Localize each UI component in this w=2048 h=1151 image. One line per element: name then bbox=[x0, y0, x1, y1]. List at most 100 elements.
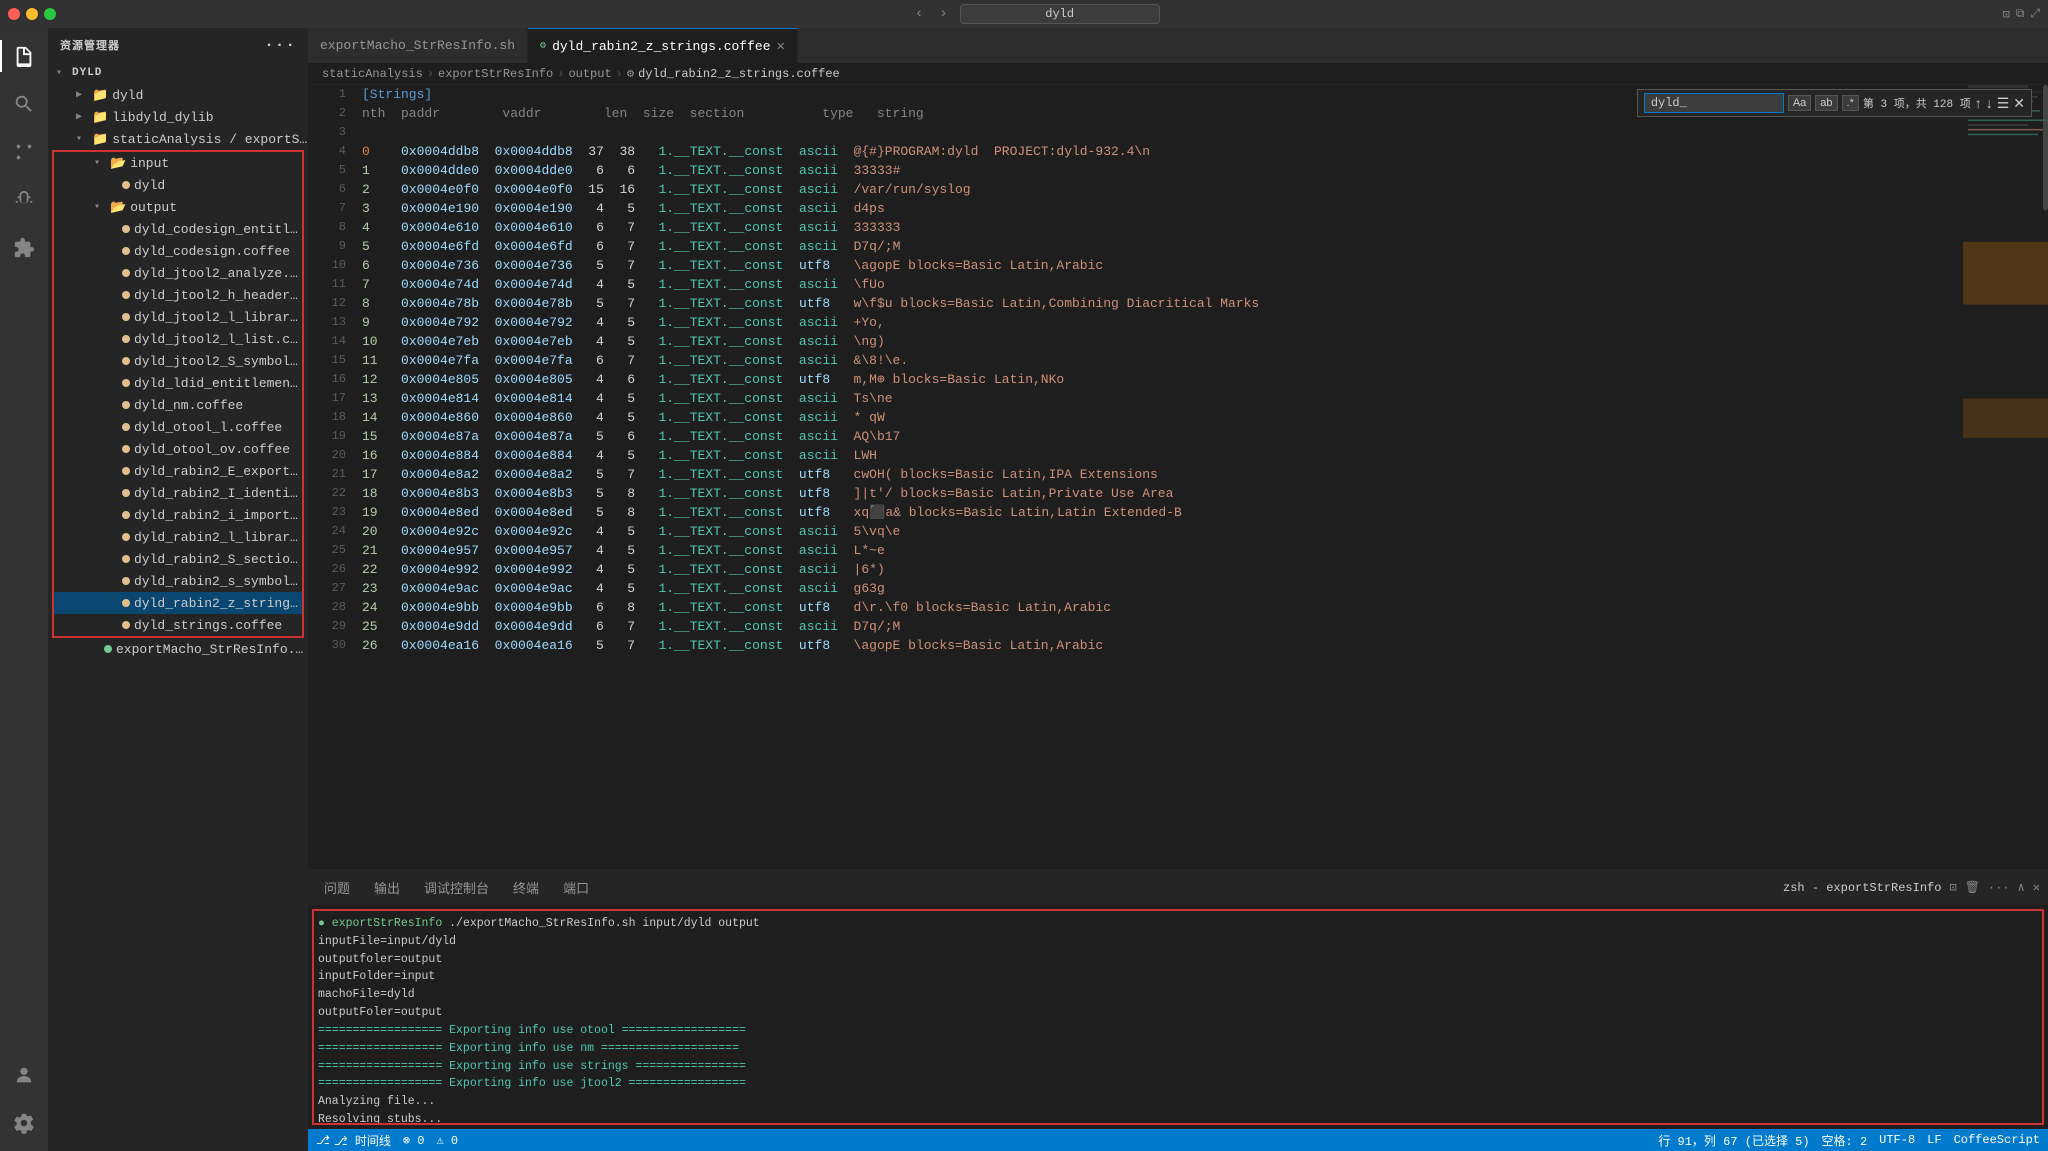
panel-tab-debug[interactable]: 调试控制台 bbox=[416, 874, 497, 901]
close-button[interactable] bbox=[8, 8, 20, 20]
code-line-7: 7 3 0x0004e190 0x0004e190 4 5 1.__TEXT._… bbox=[308, 199, 1963, 218]
activity-debug[interactable] bbox=[0, 176, 48, 224]
status-line-col[interactable]: 行 91，列 67 (已选择 5) bbox=[1658, 1132, 1809, 1149]
terminal-more-icon[interactable]: ··· bbox=[1988, 881, 2010, 895]
activity-settings[interactable] bbox=[0, 1099, 48, 1147]
activity-git[interactable] bbox=[0, 128, 48, 176]
tab-export-sh[interactable]: exportMacho_StrResInfo.sh bbox=[308, 28, 528, 63]
find-widget: Aa ab .* 第 3 项，共 128 项 ↑ ↓ ☰ ✕ bbox=[1637, 89, 2032, 117]
status-warnings[interactable]: ⚠ 0 bbox=[437, 1133, 459, 1148]
tab-close-icon[interactable]: ✕ bbox=[777, 38, 785, 55]
tree-label-sh: exportMacho_StrResInfo.sh bbox=[116, 642, 308, 657]
tree-item-rabin2-e[interactable]: dyld_rabin2_E_exports.coffee bbox=[54, 460, 302, 482]
tree-item-otool-l[interactable]: dyld_otool_l.coffee bbox=[54, 416, 302, 438]
panel-tabs: 问题 输出 调试控制台 终端 端口 zsh - exportStrResInfo… bbox=[308, 870, 2048, 905]
status-spaces[interactable]: 空格: 2 bbox=[1822, 1132, 1868, 1149]
tree-item-codesign-xml[interactable]: dyld_codesign_entitlement.xml bbox=[54, 218, 302, 240]
tree-item-rabin2-s-sec[interactable]: dyld_rabin2_S_sections.coffee bbox=[54, 548, 302, 570]
terminal-split-icon[interactable]: ⊡ bbox=[1949, 880, 1956, 895]
tree-item-jtool2-h[interactable]: dyld_jtool2_h_header.coffee bbox=[54, 284, 302, 306]
tree-item-rabin2-l[interactable]: dyld_rabin2_l_libraries.coffee bbox=[54, 526, 302, 548]
tree-item-nm[interactable]: dyld_nm.coffee bbox=[54, 394, 302, 416]
status-branch[interactable]: ⎇ ⎇ 时间线 bbox=[316, 1132, 391, 1149]
editor-scroll[interactable]: 1 [Strings] 2 nth paddr vaddr len size s… bbox=[308, 85, 1963, 869]
tree-item-ldid-xml[interactable]: dyld_ldid_entitlement.xml bbox=[54, 372, 302, 394]
minimap[interactable] bbox=[1963, 85, 2048, 869]
status-left: ⎇ ⎇ 时间线 ⊗ 0 ⚠ 0 bbox=[316, 1132, 458, 1149]
file-dot bbox=[122, 291, 130, 299]
panel-close-icon[interactable]: ✕ bbox=[2033, 880, 2040, 895]
status-errors[interactable]: ⊗ 0 bbox=[403, 1133, 425, 1148]
breadcrumb-exportstrres: exportStrResInfo bbox=[438, 67, 553, 81]
tree-item-jtool2-list[interactable]: dyld_jtool2_l_list.coffee bbox=[54, 328, 302, 350]
panel-tab-problems[interactable]: 问题 bbox=[316, 874, 358, 901]
tab-rabin2-z[interactable]: ⚙ dyld_rabin2_z_strings.coffee ✕ bbox=[528, 28, 798, 63]
activity-extensions[interactable] bbox=[0, 224, 48, 272]
tree-item-jtool2-l[interactable]: dyld_jtool2_l_library.coffee bbox=[54, 306, 302, 328]
split-icon[interactable]: ⧉ bbox=[2016, 7, 2025, 21]
tree-root-dyld[interactable]: ▾ DYLD bbox=[48, 62, 308, 84]
panel-tab-output[interactable]: 输出 bbox=[366, 874, 408, 901]
find-regex-btn[interactable]: .* bbox=[1842, 95, 1859, 111]
title-bar-right: ⊡ ⧉ ⤢ bbox=[2003, 7, 2040, 22]
terminal-line-11: Analyzing file... bbox=[318, 1093, 2038, 1111]
tree-item-rabin2-i-imp[interactable]: dyld_rabin2_i_imports.coffee bbox=[54, 504, 302, 526]
tree-item-codesign-coffee[interactable]: dyld_codesign.coffee bbox=[54, 240, 302, 262]
terminal-trash-icon[interactable]: 🗑 bbox=[1965, 880, 1980, 895]
nav-back-button[interactable]: ‹ bbox=[911, 6, 927, 22]
code-line-28: 28 24 0x0004e9bb 0x0004e9bb 6 8 1.__TEXT… bbox=[308, 598, 1963, 617]
tree-item-otool-ov[interactable]: dyld_otool_ov.coffee bbox=[54, 438, 302, 460]
terminal-line-10: ================== Exporting info use jt… bbox=[318, 1075, 2038, 1093]
window-controls bbox=[8, 8, 56, 20]
tree-arrow: ▾ bbox=[56, 67, 72, 79]
find-input[interactable] bbox=[1644, 93, 1784, 113]
layout-icon[interactable]: ⊡ bbox=[2003, 7, 2010, 22]
tree-item-staticanalysis[interactable]: ▾ 📁 staticAnalysis / exportStrResInfo bbox=[48, 128, 308, 150]
panel-collapse-icon[interactable]: ∧ bbox=[2018, 880, 2025, 895]
file-dot bbox=[122, 269, 130, 277]
content-area: exportMacho_StrResInfo.sh ⚙ dyld_rabin2_… bbox=[308, 28, 2048, 1151]
find-menu-btn[interactable]: ☰ bbox=[1997, 95, 2010, 112]
tab-dot-rabin2: ⚙ bbox=[540, 40, 546, 52]
panel-tab-ports[interactable]: 端口 bbox=[555, 874, 597, 901]
breadcrumb: staticAnalysis › exportStrResInfo › outp… bbox=[308, 63, 2048, 85]
sidebar-more-icon[interactable]: ··· bbox=[264, 36, 296, 54]
tree-item-strings[interactable]: dyld_strings.coffee bbox=[54, 614, 302, 636]
fullscreen-icon[interactable]: ⤢ bbox=[2030, 7, 2040, 21]
tree-item-libdyld[interactable]: ▶ 📁 libdyld_dylib bbox=[48, 106, 308, 128]
minimize-button[interactable] bbox=[26, 8, 38, 20]
tree-item-dyld-file[interactable]: dyld bbox=[54, 174, 302, 196]
file-dot bbox=[122, 445, 130, 453]
tree-item-export-sh[interactable]: exportMacho_StrResInfo.sh bbox=[48, 638, 308, 660]
file-dot bbox=[122, 467, 130, 475]
terminal-content[interactable]: ● exportStrResInfo ./exportMacho_StrResI… bbox=[312, 909, 2044, 1125]
tree-item-jtool2-s[interactable]: dyld_jtool2_S_symbol.coffee bbox=[54, 350, 302, 372]
global-search-bar[interactable]: dyld bbox=[960, 4, 1160, 24]
file-dot bbox=[122, 357, 130, 365]
maximize-button[interactable] bbox=[44, 8, 56, 20]
status-language[interactable]: CoffeeScript bbox=[1954, 1133, 2040, 1147]
panel: 问题 输出 调试控制台 终端 端口 zsh - exportStrResInfo… bbox=[308, 869, 2048, 1129]
panel-tab-terminal[interactable]: 终端 bbox=[505, 874, 547, 901]
tree-item-dyld[interactable]: ▶ 📁 dyld bbox=[48, 84, 308, 106]
find-next-btn[interactable]: ↓ bbox=[1986, 95, 1993, 111]
activity-files[interactable] bbox=[0, 32, 48, 80]
find-matchcase-btn[interactable]: Aa bbox=[1788, 95, 1811, 111]
tree-item-rabin2-i-ident[interactable]: dyld_rabin2_I_identification.coffee bbox=[54, 482, 302, 504]
tree-item-rabin2-s-sym[interactable]: dyld_rabin2_s_symbols.coffee bbox=[54, 570, 302, 592]
status-eol[interactable]: LF bbox=[1927, 1133, 1941, 1147]
find-close-btn[interactable]: ✕ bbox=[2013, 95, 2025, 112]
tree-item-output[interactable]: ▾ 📂 output bbox=[54, 196, 302, 218]
status-encoding[interactable]: UTF-8 bbox=[1879, 1133, 1915, 1147]
tree-item-rabin2-z[interactable]: dyld_rabin2_z_strings.coffee bbox=[54, 592, 302, 614]
tree-label-staticanalysis: staticAnalysis / exportStrResInfo bbox=[112, 132, 308, 147]
nav-forward-button[interactable]: › bbox=[935, 6, 951, 22]
activity-search[interactable] bbox=[0, 80, 48, 128]
find-wholeword-btn[interactable]: ab bbox=[1815, 95, 1837, 111]
code-line-5: 5 1 0x0004dde0 0x0004dde0 6 6 1.__TEXT._… bbox=[308, 161, 1963, 180]
folder-icon-output: 📂 bbox=[110, 200, 126, 215]
tree-item-jtool2-analyze[interactable]: dyld_jtool2_analyze.coffee bbox=[54, 262, 302, 284]
tree-item-input[interactable]: ▾ 📂 input bbox=[54, 152, 302, 174]
find-prev-btn[interactable]: ↑ bbox=[1975, 95, 1982, 111]
activity-account[interactable] bbox=[0, 1051, 48, 1099]
